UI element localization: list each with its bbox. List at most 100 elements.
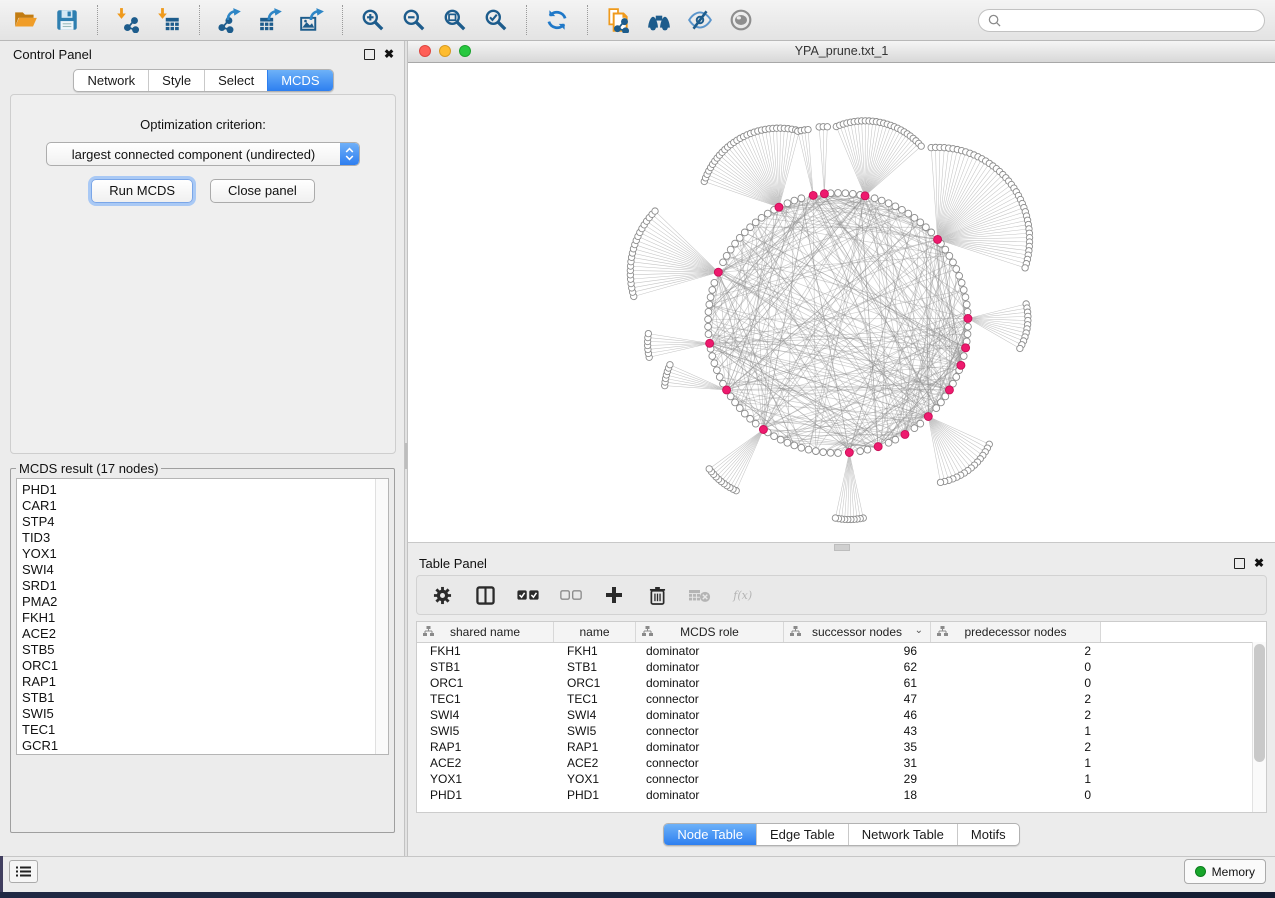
clone-network-icon bbox=[605, 7, 631, 33]
mcds-result-item[interactable]: PHD1 bbox=[22, 482, 388, 498]
divider-grip[interactable] bbox=[405, 443, 407, 469]
select-all-rows-button[interactable] bbox=[517, 584, 539, 606]
mcds-result-item[interactable]: ACE2 bbox=[22, 626, 388, 642]
zoom-in-icon bbox=[360, 7, 386, 33]
delete-column-button[interactable] bbox=[646, 584, 668, 606]
hide-details-button[interactable] bbox=[684, 4, 716, 36]
toolbar-separator bbox=[526, 5, 527, 35]
apply-layout-button[interactable] bbox=[541, 4, 573, 36]
import-network-icon bbox=[115, 7, 141, 33]
save-session-button[interactable] bbox=[51, 4, 83, 36]
table-settings-button[interactable] bbox=[431, 584, 453, 606]
column-header-MCDS-role[interactable]: MCDS role bbox=[636, 622, 784, 642]
find-button[interactable] bbox=[643, 4, 675, 36]
zoom-fit-button[interactable] bbox=[439, 4, 471, 36]
float-panel-icon[interactable] bbox=[1234, 558, 1245, 569]
mcds-result-item[interactable]: TID3 bbox=[22, 530, 388, 546]
export-table-button[interactable] bbox=[255, 4, 287, 36]
mcds-result-item[interactable]: STB1 bbox=[22, 690, 388, 706]
export-network-button[interactable] bbox=[214, 4, 246, 36]
select-all-rows-icon bbox=[517, 588, 539, 602]
horizontal-split-divider[interactable] bbox=[408, 542, 1275, 551]
result-scrollbar[interactable] bbox=[375, 479, 388, 754]
tab-style[interactable]: Style bbox=[148, 70, 204, 91]
mcds-result-item[interactable]: STB5 bbox=[22, 642, 388, 658]
table-row[interactable]: SWI5 SWI5 connector 43 1 bbox=[417, 723, 1266, 739]
tab-select[interactable]: Select bbox=[204, 70, 267, 91]
table-row[interactable]: YOX1 YOX1 connector 29 1 bbox=[417, 771, 1266, 787]
search-input[interactable] bbox=[1007, 12, 1255, 28]
control-panel-title: Control Panel bbox=[13, 47, 92, 62]
application-window: Control Panel ✖ NetworkStyleSelectMCDS O… bbox=[0, 0, 1275, 892]
network-window-titlebar[interactable]: YPA_prune.txt_1 bbox=[408, 41, 1275, 63]
network-view[interactable] bbox=[408, 63, 1275, 542]
task-history-button[interactable] bbox=[9, 860, 38, 883]
column-header-predecessor-nodes[interactable]: predecessor nodes bbox=[931, 622, 1101, 642]
mcds-result-item[interactable]: CAR1 bbox=[22, 498, 388, 514]
mcds-result-item[interactable]: ORC1 bbox=[22, 658, 388, 674]
run-mcds-button[interactable]: Run MCDS bbox=[91, 179, 193, 203]
zoom-fit-icon bbox=[442, 7, 468, 33]
mcds-result-item[interactable]: STP4 bbox=[22, 514, 388, 530]
table-row[interactable]: FKH1 FKH1 dominator 96 2 bbox=[417, 643, 1266, 659]
cell-shared-name: YOX1 bbox=[417, 772, 554, 786]
close-icon[interactable]: ✖ bbox=[1254, 557, 1264, 569]
mcds-result-item[interactable]: TEC1 bbox=[22, 722, 388, 738]
table-scrollbar[interactable] bbox=[1252, 642, 1266, 812]
close-panel-button[interactable]: Close panel bbox=[210, 179, 315, 203]
column-header-successor-nodes[interactable]: successor nodes⌄ bbox=[784, 622, 931, 642]
toggle-columns-button[interactable] bbox=[474, 584, 496, 606]
zoom-selected-icon bbox=[483, 7, 509, 33]
open-file-button[interactable] bbox=[10, 4, 42, 36]
column-header-shared-name[interactable]: shared name bbox=[417, 622, 554, 642]
cell-shared-name: STB1 bbox=[417, 660, 554, 674]
tab-mcds[interactable]: MCDS bbox=[267, 70, 332, 91]
add-column-icon bbox=[605, 586, 623, 604]
export-image-button[interactable] bbox=[296, 4, 328, 36]
table-row[interactable]: SWI4 SWI4 dominator 46 2 bbox=[417, 707, 1266, 723]
optimization-criterion-label: Optimization criterion: bbox=[140, 117, 266, 132]
clone-network-button[interactable] bbox=[602, 4, 634, 36]
scrollbar-thumb[interactable] bbox=[1254, 644, 1265, 762]
mcds-result-item[interactable]: GCR1 bbox=[22, 738, 388, 754]
tab-motifs[interactable]: Motifs bbox=[957, 824, 1019, 845]
mcds-result-item[interactable]: SWI4 bbox=[22, 562, 388, 578]
mcds-result-item[interactable]: RAP1 bbox=[22, 674, 388, 690]
deselect-all-rows-button[interactable] bbox=[560, 584, 582, 606]
table-row[interactable]: ACE2 ACE2 connector 31 1 bbox=[417, 755, 1266, 771]
zoom-in-button[interactable] bbox=[357, 4, 389, 36]
add-column-button[interactable] bbox=[603, 584, 625, 606]
column-header-name[interactable]: name bbox=[554, 622, 636, 642]
zoom-selected-button[interactable] bbox=[480, 4, 512, 36]
table-row[interactable]: PHD1 PHD1 dominator 18 0 bbox=[417, 787, 1266, 803]
cell-predecessor-nodes: 2 bbox=[931, 692, 1101, 706]
mcds-result-item[interactable]: YOX1 bbox=[22, 546, 388, 562]
mcds-result-item[interactable]: SRD1 bbox=[22, 578, 388, 594]
mcds-result-item[interactable]: PMA2 bbox=[22, 594, 388, 610]
import-network-button[interactable] bbox=[112, 4, 144, 36]
show-details-button[interactable] bbox=[725, 4, 757, 36]
sort-descending-icon[interactable]: ⌄ bbox=[915, 625, 923, 636]
search-box[interactable] bbox=[978, 9, 1265, 32]
tab-network[interactable]: Network bbox=[74, 70, 148, 91]
tab-node-table[interactable]: Node Table bbox=[664, 824, 756, 845]
optimization-criterion-select[interactable]: largest connected component (undirected) bbox=[46, 142, 360, 166]
mcds-result-item[interactable]: FKH1 bbox=[22, 610, 388, 626]
table-row[interactable]: ORC1 ORC1 dominator 61 0 bbox=[417, 675, 1266, 691]
float-panel-icon[interactable] bbox=[364, 49, 375, 60]
memory-button[interactable]: Memory bbox=[1184, 859, 1266, 884]
divider-grip[interactable] bbox=[834, 544, 850, 551]
zoom-out-button[interactable] bbox=[398, 4, 430, 36]
tab-edge-table[interactable]: Edge Table bbox=[756, 824, 848, 845]
mcds-result-list[interactable]: PHD1CAR1STP4TID3YOX1SWI4SRD1PMA2FKH1ACE2… bbox=[16, 478, 389, 755]
main-toolbar bbox=[0, 0, 1275, 41]
table-row[interactable]: TEC1 TEC1 connector 47 2 bbox=[417, 691, 1266, 707]
close-icon[interactable]: ✖ bbox=[384, 48, 394, 60]
cell-name: FKH1 bbox=[554, 644, 636, 658]
import-table-button[interactable] bbox=[153, 4, 185, 36]
tab-network-table[interactable]: Network Table bbox=[848, 824, 957, 845]
mcds-result-item[interactable]: SWI5 bbox=[22, 706, 388, 722]
network-graph-canvas[interactable] bbox=[408, 63, 1275, 542]
table-row[interactable]: STB1 STB1 dominator 62 0 bbox=[417, 659, 1266, 675]
table-row[interactable]: RAP1 RAP1 dominator 35 2 bbox=[417, 739, 1266, 755]
